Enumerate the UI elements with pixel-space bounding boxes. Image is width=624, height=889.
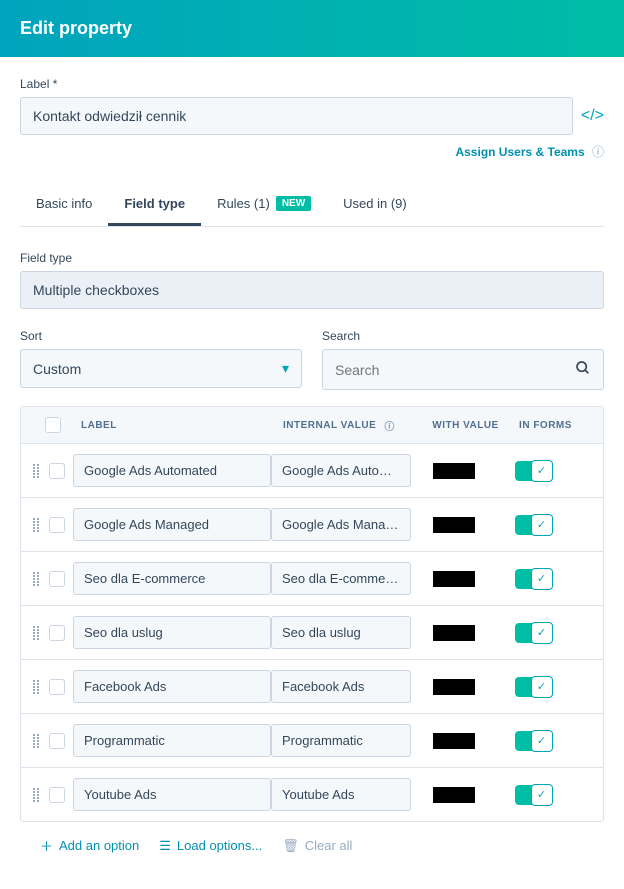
check-icon: ✓: [531, 460, 553, 482]
sort-select[interactable]: Custom ▾: [20, 349, 302, 388]
table-row: ✓: [21, 605, 603, 659]
add-option-button[interactable]: ＋ Add an option: [40, 836, 139, 855]
with-value-count[interactable]: [433, 517, 475, 533]
in-forms-toggle[interactable]: ✓: [515, 569, 553, 589]
check-icon: ✓: [531, 784, 553, 806]
field-type-value[interactable]: Multiple checkboxes: [20, 271, 604, 309]
row-checkbox[interactable]: [49, 463, 65, 479]
info-icon[interactable]: ⓘ: [384, 418, 395, 433]
check-icon: ✓: [531, 568, 553, 590]
clear-all-button[interactable]: 🗑 Clear all: [282, 836, 352, 855]
with-value-count[interactable]: [433, 571, 475, 587]
drag-handle-icon[interactable]: [33, 518, 45, 532]
search-icon[interactable]: [575, 360, 591, 379]
search-input[interactable]: [335, 362, 575, 378]
row-checkbox[interactable]: [49, 787, 65, 803]
load-options-button[interactable]: ☰ Load options...: [159, 836, 262, 855]
table-row: ✓: [21, 767, 603, 821]
drag-handle-icon[interactable]: [33, 788, 45, 802]
option-internal-input[interactable]: [271, 778, 411, 811]
drag-handle-icon[interactable]: [33, 680, 45, 694]
in-forms-toggle[interactable]: ✓: [515, 515, 553, 535]
drag-handle-icon[interactable]: [33, 734, 45, 748]
modal-title: Edit property: [20, 18, 132, 38]
option-internal-input[interactable]: [271, 562, 411, 595]
in-forms-toggle[interactable]: ✓: [515, 623, 553, 643]
new-badge: NEW: [276, 196, 311, 211]
in-forms-toggle[interactable]: ✓: [515, 731, 553, 751]
info-icon[interactable]: ⓘ: [592, 145, 604, 159]
tab-rules[interactable]: Rules (1)NEW: [201, 184, 327, 226]
check-icon: ✓: [531, 676, 553, 698]
tab-basic-info[interactable]: Basic info: [20, 184, 108, 226]
with-value-count[interactable]: [433, 463, 475, 479]
option-label-input[interactable]: [73, 562, 271, 595]
row-checkbox[interactable]: [49, 625, 65, 641]
options-table: LABEL INTERNAL VALUE ⓘ WITH VALUE IN FOR…: [20, 406, 604, 822]
table-row: ✓: [21, 551, 603, 605]
col-withvalue: WITH VALUE: [423, 420, 508, 431]
table-row: ✓: [21, 497, 603, 551]
search-label: Search: [322, 329, 604, 343]
col-internal: INTERNAL VALUE: [283, 420, 376, 431]
sort-value: Custom: [33, 361, 81, 377]
tab-field-type[interactable]: Field type: [108, 184, 201, 226]
tabs: Basic info Field type Rules (1)NEW Used …: [20, 184, 604, 227]
plus-icon: ＋: [40, 836, 53, 855]
with-value-count[interactable]: [433, 679, 475, 695]
table-row: ✓: [21, 443, 603, 497]
row-checkbox[interactable]: [49, 571, 65, 587]
label-input[interactable]: [20, 97, 573, 135]
select-all-checkbox[interactable]: [45, 417, 61, 433]
sort-label: Sort: [20, 329, 302, 343]
option-internal-input[interactable]: [271, 454, 411, 487]
list-icon: ☰: [159, 838, 171, 854]
option-label-input[interactable]: [73, 454, 271, 487]
option-internal-input[interactable]: [271, 724, 411, 757]
with-value-count[interactable]: [433, 733, 475, 749]
in-forms-toggle[interactable]: ✓: [515, 785, 553, 805]
tab-used-in[interactable]: Used in (9): [327, 184, 423, 226]
drag-handle-icon[interactable]: [33, 572, 45, 586]
check-icon: ✓: [531, 730, 553, 752]
trash-icon: 🗑: [282, 838, 299, 854]
drag-handle-icon[interactable]: [33, 626, 45, 640]
option-label-input[interactable]: [73, 508, 271, 541]
code-icon[interactable]: </>: [581, 107, 604, 125]
table-row: ✓: [21, 659, 603, 713]
in-forms-toggle[interactable]: ✓: [515, 461, 553, 481]
row-checkbox[interactable]: [49, 517, 65, 533]
in-forms-toggle[interactable]: ✓: [515, 677, 553, 697]
option-label-input[interactable]: [73, 670, 271, 703]
table-row: ✓: [21, 713, 603, 767]
row-checkbox[interactable]: [49, 733, 65, 749]
col-label: LABEL: [73, 420, 283, 431]
caret-down-icon: ▾: [282, 360, 289, 377]
option-label-input[interactable]: [73, 616, 271, 649]
option-internal-input[interactable]: [271, 670, 411, 703]
label-field-label: Label *: [20, 77, 604, 91]
with-value-count[interactable]: [433, 787, 475, 803]
row-checkbox[interactable]: [49, 679, 65, 695]
check-icon: ✓: [531, 514, 553, 536]
col-informs: IN FORMS: [508, 420, 583, 431]
option-label-input[interactable]: [73, 778, 271, 811]
check-icon: ✓: [531, 622, 553, 644]
modal-header: Edit property: [0, 0, 624, 57]
with-value-count[interactable]: [433, 625, 475, 641]
assign-users-link[interactable]: Assign Users & Teams: [455, 145, 584, 159]
drag-handle-icon[interactable]: [33, 464, 45, 478]
option-internal-input[interactable]: [271, 616, 411, 649]
field-type-label: Field type: [20, 251, 604, 265]
option-internal-input[interactable]: [271, 508, 411, 541]
option-label-input[interactable]: [73, 724, 271, 757]
